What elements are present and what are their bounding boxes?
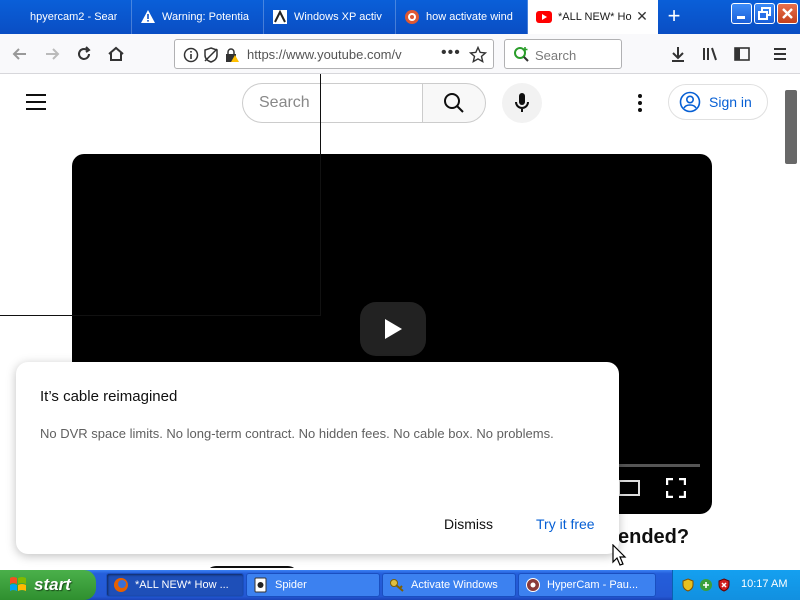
screen: hpyercam2 - Sear Warning: Potentia Windo… [0, 0, 800, 600]
taskbar-item-youtube[interactable]: *ALL NEW* How ... [106, 573, 244, 597]
menu-button[interactable] [766, 40, 794, 68]
site-icon [272, 9, 288, 25]
tab-windows-xp[interactable]: Windows XP activ [264, 0, 396, 34]
mouse-cursor-icon [612, 543, 628, 568]
more-options-button[interactable] [628, 88, 652, 118]
warning-icon [140, 9, 156, 25]
play-button[interactable] [360, 302, 426, 356]
firefox-icon [114, 578, 128, 592]
hamburger-menu-icon [774, 48, 786, 60]
tab-title: Warning: Potentia [162, 11, 250, 23]
back-arrow-icon [12, 48, 26, 60]
url-bar[interactable]: https://www.youtube.com/v ••• [174, 39, 494, 69]
duckduckgo-icon [404, 9, 420, 25]
page-actions-icon[interactable]: ••• [441, 44, 461, 62]
tab-title: how activate wind [426, 11, 513, 23]
forward-arrow-icon [46, 48, 60, 60]
start-label: start [34, 575, 71, 594]
taskbar-item-label: Spider [275, 579, 307, 591]
miniplayer-icon[interactable] [618, 480, 640, 496]
info-icon[interactable] [183, 47, 199, 68]
restore-button[interactable] [754, 3, 775, 24]
more-vertical-icon [638, 94, 642, 112]
close-tab-icon[interactable]: ✕ [635, 9, 649, 23]
lock-warning-icon[interactable] [223, 47, 239, 68]
download-icon [672, 47, 684, 62]
play-icon [385, 319, 402, 339]
reload-button[interactable] [70, 40, 98, 68]
taskbar-item-label: *ALL NEW* How ... [135, 579, 229, 591]
tab-how-activate[interactable]: how activate wind [396, 0, 528, 34]
browser-search-bar[interactable]: Search [504, 39, 622, 69]
popup-title: It’s cable reimagined [40, 388, 178, 405]
sidebar-button[interactable] [728, 40, 756, 68]
subscribe-pill[interactable] [206, 566, 298, 568]
security-alert-icon[interactable] [717, 578, 731, 592]
sign-in-button[interactable]: Sign in [668, 84, 768, 120]
minimize-icon [737, 16, 745, 19]
video-title: ended? [618, 526, 690, 548]
home-icon [108, 46, 124, 61]
key-icon [390, 579, 404, 592]
account-icon [679, 91, 701, 113]
windows-logo-icon [10, 577, 26, 591]
youtube-search-placeholder: Search [259, 94, 310, 111]
navigation-toolbar: https://www.youtube.com/v ••• Search [0, 34, 800, 74]
bookmark-star-icon[interactable] [468, 45, 488, 69]
taskbar-item-label: Activate Windows [411, 579, 498, 591]
tab-warning[interactable]: Warning: Potentia [132, 0, 264, 34]
clock: 10:17 AM [741, 578, 788, 590]
start-button[interactable]: start [0, 570, 96, 600]
tab-title: *ALL NEW* Ho [558, 11, 632, 23]
hypercam-icon [526, 578, 540, 592]
search-engine-icon[interactable] [513, 46, 531, 69]
sign-in-label: Sign in [709, 94, 752, 110]
close-window-button[interactable] [777, 3, 798, 24]
back-button[interactable] [6, 40, 34, 68]
try-it-free-button[interactable]: Try it free [528, 512, 603, 536]
tab-title: Windows XP activ [294, 11, 382, 23]
voice-search-button[interactable] [502, 83, 542, 123]
dismiss-button[interactable]: Dismiss [436, 512, 501, 536]
close-icon [782, 8, 793, 19]
taskbar-item-label: HyperCam - Pau... [547, 579, 639, 591]
tab-strip: hpyercam2 - Sear Warning: Potentia Windo… [0, 0, 800, 34]
fullscreen-icon[interactable] [665, 477, 687, 499]
youtube-search-input[interactable]: Search [242, 83, 424, 123]
guide-menu-button[interactable] [24, 92, 48, 117]
taskbar-item-spider[interactable]: Spider [246, 573, 380, 597]
url-text: https://www.youtube.com/v [247, 47, 402, 62]
video-progress-bar[interactable] [612, 464, 700, 467]
reload-icon [78, 46, 91, 60]
library-icon [703, 47, 717, 61]
microphone-icon [515, 93, 529, 112]
minimize-button[interactable] [731, 3, 752, 24]
browser-search-placeholder: Search [535, 48, 577, 63]
security-shield-icon[interactable] [681, 578, 695, 592]
taskbar-item-hypercam[interactable]: HyperCam - Pau... [518, 573, 656, 597]
tab-title: hpyercam2 - Sear [30, 11, 118, 23]
spider-solitaire-icon [254, 577, 267, 593]
network-icon[interactable] [699, 578, 713, 592]
restore-icon [758, 7, 771, 20]
page-scrollbar-thumb[interactable] [785, 90, 797, 164]
popup-body: No DVR space limits. No long-term contra… [40, 426, 554, 441]
forward-button[interactable] [38, 40, 66, 68]
youtube-icon [536, 9, 552, 25]
sidebar-icon [734, 47, 750, 61]
taskbar-item-activate-windows[interactable]: Activate Windows [382, 573, 516, 597]
home-button[interactable] [102, 40, 130, 68]
tab-youtube-active[interactable]: *ALL NEW* Ho ✕ [528, 0, 658, 34]
ad-popup-dialog: It’s cable reimagined No DVR space limit… [16, 362, 619, 554]
system-tray: 10:17 AM [672, 570, 800, 600]
downloads-button[interactable] [664, 40, 692, 68]
new-tab-button[interactable]: + [660, 5, 688, 29]
search-icon [444, 93, 464, 113]
youtube-search-button[interactable] [422, 83, 486, 123]
tracking-protection-icon[interactable] [203, 47, 219, 68]
tab-hypercam-search[interactable]: hpyercam2 - Sear [0, 0, 132, 34]
hamburger-menu-icon [26, 94, 46, 110]
taskbar: start *ALL NEW* How ... Spider Activate … [0, 570, 800, 600]
library-button[interactable] [696, 40, 724, 68]
